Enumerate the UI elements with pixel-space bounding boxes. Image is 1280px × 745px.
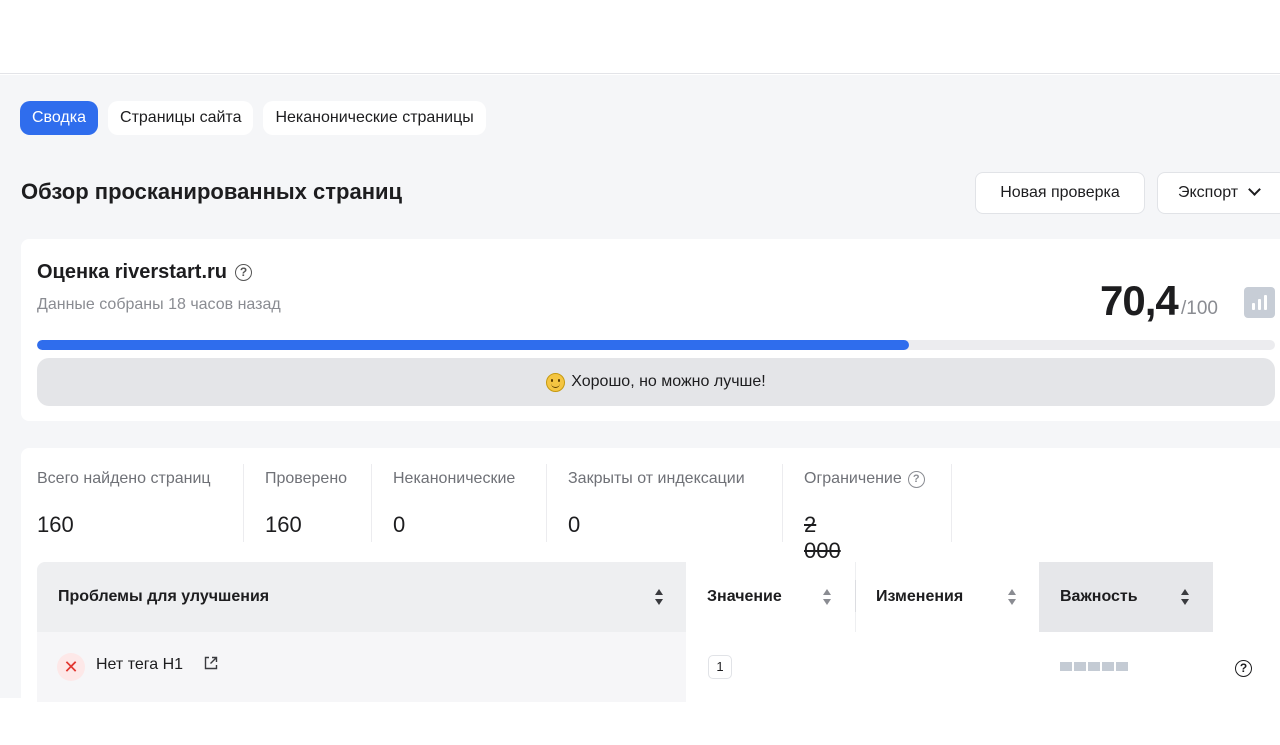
tab-site-pages[interactable]: Страницы сайта [108, 101, 254, 135]
stat-value: 160 [265, 512, 302, 537]
stat-label-text: Ограничение [804, 470, 902, 487]
stat-value: 160 [37, 512, 74, 537]
score-max: /100 [1181, 298, 1218, 319]
importance-block [1116, 662, 1128, 671]
help-icon[interactable]: ? [1235, 660, 1252, 677]
external-link-icon[interactable] [203, 655, 219, 671]
importance-block [1074, 662, 1086, 671]
sort-icon[interactable] [1180, 589, 1190, 605]
column-header-value[interactable]: Значение [707, 562, 782, 632]
tab-noncanonical-pages[interactable]: Неканонические страницы [263, 101, 486, 135]
row-help[interactable]: ? [1235, 659, 1252, 677]
smile-icon [546, 372, 566, 392]
stat-label: Ограничение ? [804, 470, 925, 488]
verdict-text: Хорошо, но можно лучше! [571, 373, 766, 390]
importance-block [1102, 662, 1114, 671]
problem-label[interactable]: Нет тега H1 [96, 656, 183, 674]
divider [951, 464, 952, 542]
score-subtitle: Данные собраны 18 часов назад [37, 296, 281, 313]
bar-chart-icon[interactable] [1244, 287, 1275, 318]
divider [782, 464, 783, 542]
score-title: Оценка riverstart.ru ? [37, 261, 253, 284]
score-value: 70,4 [1100, 277, 1179, 324]
importance-indicator [1060, 662, 1128, 671]
top-bar [0, 0, 1280, 74]
score-verdict: Хорошо, но можно лучше! [37, 358, 1275, 406]
header-cell-bg [1213, 562, 1280, 632]
stat-label: Всего найдено страниц [37, 470, 211, 487]
stat-value: 0 [393, 512, 406, 537]
close-icon: ✕ [57, 653, 85, 681]
divider [855, 580, 856, 612]
score-title-text: Оценка riverstart.ru [37, 261, 228, 283]
page-title: Обзор просканированных страниц [21, 179, 403, 204]
problem-value: 1 [708, 655, 732, 679]
new-check-button[interactable]: Новая проверка [975, 172, 1145, 214]
importance-block [1088, 662, 1100, 671]
divider [546, 464, 547, 542]
column-header-importance[interactable]: Важность [1060, 562, 1138, 632]
export-button[interactable]: Экспорт [1157, 172, 1280, 214]
sort-icon[interactable] [1007, 589, 1017, 605]
stat-label: Закрыты от индексации [568, 470, 745, 487]
sort-icon[interactable] [654, 589, 664, 605]
score-progress-fill [37, 340, 909, 350]
stat-value: 0 [568, 512, 581, 537]
column-header-changes[interactable]: Изменения [876, 562, 963, 632]
table-row[interactable]: ✕ Нет тега H1 1 ? [37, 632, 1280, 702]
score-card: Оценка riverstart.ru ? Данные собраны 18… [21, 239, 1280, 421]
export-label: Экспорт [1178, 184, 1239, 201]
help-icon[interactable]: ? [235, 264, 253, 281]
stat-value: 2 000 [804, 512, 841, 563]
importance-block [1060, 662, 1072, 671]
divider [371, 464, 372, 542]
help-icon[interactable]: ? [907, 470, 925, 488]
column-header-problems[interactable]: Проблемы для улучшения [58, 562, 269, 632]
tab-bar: Сводка Страницы сайта Неканонические стр… [20, 101, 486, 135]
stat-label: Проверено [265, 470, 348, 487]
stats-card: Всего найдено страниц 160 Проверено 160 … [21, 448, 1280, 708]
stat-label: Неканонические [393, 470, 516, 487]
sort-icon[interactable] [822, 589, 832, 605]
chevron-down-icon [1248, 183, 1261, 196]
table-header: Проблемы для улучшения Значение Изменени… [37, 562, 1280, 632]
score-progress-bar [37, 340, 1275, 350]
divider [243, 464, 244, 542]
tab-summary[interactable]: Сводка [20, 101, 99, 135]
